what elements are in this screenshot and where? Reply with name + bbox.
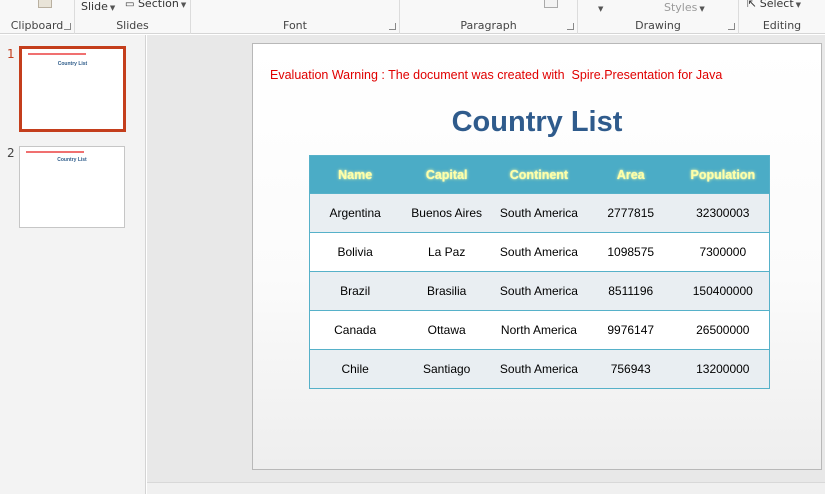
table-cell[interactable]: South America bbox=[493, 271, 585, 311]
table-row: Chile Santiago South America 756943 1320… bbox=[309, 349, 770, 389]
font-launcher-icon[interactable] bbox=[389, 23, 396, 30]
table-header-cell[interactable]: Area bbox=[584, 155, 677, 194]
font-group-label: Font bbox=[283, 19, 307, 32]
thumbnail-number: 2 bbox=[7, 146, 15, 160]
ribbon: Clipboard Slide ▼ ▭ Section ▼ Slides Font … bbox=[0, 0, 825, 34]
chevron-down-icon: ▼ bbox=[598, 5, 604, 13]
new-slide-button[interactable]: Slide ▼ bbox=[81, 0, 115, 13]
table-cell[interactable]: 26500000 bbox=[676, 310, 770, 350]
thumbnail-title: Country List bbox=[57, 61, 88, 67]
table-cell[interactable]: 2777815 bbox=[584, 193, 677, 233]
table-row: Argentina Buenos Aires South America 277… bbox=[309, 193, 770, 233]
thumbnail-warning bbox=[26, 151, 84, 153]
evaluation-warning: Evaluation Warning : The document was cr… bbox=[270, 68, 723, 82]
arrange-dropdown[interactable]: ▼ bbox=[596, 1, 603, 14]
table-cell[interactable]: South America bbox=[493, 193, 585, 233]
country-table[interactable]: Name Capital Continent Area Population A… bbox=[309, 155, 770, 389]
font-group: Font bbox=[191, 0, 400, 34]
table-cell[interactable]: Bolivia bbox=[309, 232, 401, 272]
section-button[interactable]: ▭ Section ▼ bbox=[125, 0, 186, 10]
table-cell[interactable]: Santiago bbox=[400, 349, 494, 389]
table-cell[interactable]: South America bbox=[493, 232, 585, 272]
table-cell[interactable]: Buenos Aires bbox=[400, 193, 494, 233]
clipboard-launcher-icon[interactable] bbox=[64, 23, 71, 30]
paragraph-group: Paragraph bbox=[400, 0, 578, 34]
cursor-icon: ⇱ bbox=[747, 0, 757, 10]
slide-canvas[interactable]: Evaluation Warning : The document was cr… bbox=[252, 43, 822, 470]
chevron-down-icon: ▼ bbox=[109, 4, 116, 12]
slide-title[interactable]: Country List bbox=[253, 106, 821, 139]
table-row: Canada Ottawa North America 9976147 2650… bbox=[309, 310, 770, 350]
paragraph-group-label: Paragraph bbox=[460, 19, 517, 32]
drawing-group-label: Drawing bbox=[635, 19, 681, 32]
slide-editor: Evaluation Warning : The document was cr… bbox=[147, 35, 825, 494]
table-cell[interactable]: Chile bbox=[309, 349, 401, 389]
table-cell[interactable]: La Paz bbox=[400, 232, 494, 272]
slides-group: Slide ▼ ▭ Section ▼ Slides bbox=[75, 0, 191, 34]
table-row: Brazil Brasilia South America 8511196 15… bbox=[309, 271, 770, 311]
editing-group: ⇱ Select ▼ Editing bbox=[739, 0, 825, 34]
table-header-cell[interactable]: Continent bbox=[493, 155, 585, 194]
table-cell[interactable]: 1098575 bbox=[584, 232, 677, 272]
chevron-down-icon: ▼ bbox=[795, 1, 802, 9]
table-cell[interactable]: 13200000 bbox=[676, 349, 770, 389]
table-cell[interactable]: North America bbox=[493, 310, 585, 350]
notes-divider[interactable] bbox=[147, 482, 825, 494]
thumbnail-title: Country List bbox=[57, 157, 87, 163]
slides-group-label: Slides bbox=[116, 19, 149, 32]
drawing-launcher-icon[interactable] bbox=[728, 23, 735, 30]
table-header-cell[interactable]: Population bbox=[676, 155, 770, 194]
quick-styles-button[interactable]: Styles ▼ bbox=[664, 1, 705, 14]
paragraph-launcher-icon[interactable] bbox=[567, 23, 574, 30]
slide-thumbnail-1[interactable]: Country List bbox=[19, 46, 126, 132]
slide-thumbnail-2[interactable]: Country List bbox=[19, 146, 125, 228]
table-cell[interactable]: 9976147 bbox=[584, 310, 677, 350]
table-header-cell[interactable]: Name bbox=[309, 155, 401, 194]
table-cell[interactable]: Brazil bbox=[309, 271, 401, 311]
table-row: Bolivia La Paz South America 1098575 730… bbox=[309, 232, 770, 272]
select-button[interactable]: ⇱ Select ▼ bbox=[747, 0, 801, 10]
section-icon: ▭ bbox=[125, 0, 135, 10]
table-cell[interactable]: South America bbox=[493, 349, 585, 389]
slide-thumbnail-pane: 1 Country List 2 Country List bbox=[0, 35, 146, 494]
table-cell[interactable]: 150400000 bbox=[676, 271, 770, 311]
chevron-down-icon: ▼ bbox=[180, 1, 187, 9]
thumbnail-warning bbox=[28, 53, 86, 55]
editing-group-label: Editing bbox=[762, 19, 802, 32]
table-header-cell[interactable]: Capital bbox=[400, 155, 494, 194]
table-cell[interactable]: Argentina bbox=[309, 193, 401, 233]
clipboard-group-label: Clipboard bbox=[10, 19, 64, 32]
table-cell[interactable]: 7300000 bbox=[676, 232, 770, 272]
table-header-row: Name Capital Continent Area Population bbox=[309, 155, 770, 194]
table-cell[interactable]: 8511196 bbox=[584, 271, 677, 311]
table-cell[interactable]: Brasilia bbox=[400, 271, 494, 311]
table-cell[interactable]: 756943 bbox=[584, 349, 677, 389]
format-painter-icon[interactable] bbox=[38, 0, 52, 8]
chevron-down-icon: ▼ bbox=[699, 5, 705, 13]
thumbnail-number: 1 bbox=[7, 47, 15, 61]
columns-icon[interactable] bbox=[544, 0, 558, 8]
table-cell[interactable]: Ottawa bbox=[400, 310, 494, 350]
drawing-group: ▼ Styles ▼ Drawing bbox=[578, 0, 739, 34]
table-cell[interactable]: Canada bbox=[309, 310, 401, 350]
table-cell[interactable]: 32300003 bbox=[676, 193, 770, 233]
clipboard-group: Clipboard bbox=[0, 0, 75, 34]
